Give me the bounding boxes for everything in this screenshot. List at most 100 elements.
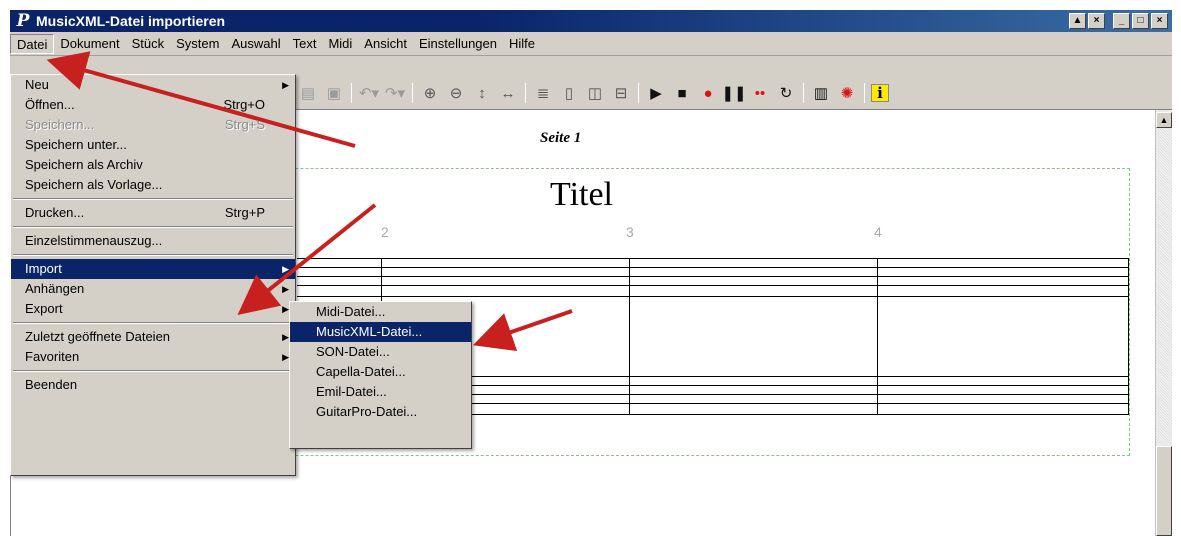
measure-number: 4 — [874, 224, 882, 240]
menu-einstellungen[interactable]: Einstellungen — [413, 34, 503, 54]
menu-separator — [11, 195, 295, 203]
menu-item-save-as[interactable]: Speichern unter... — [11, 135, 295, 155]
two-page-view-icon[interactable]: ◫ — [584, 82, 606, 104]
play-icon[interactable]: ▶ — [645, 82, 667, 104]
loop-icon[interactable]: ↻ — [775, 82, 797, 104]
barline — [629, 258, 630, 415]
toolbar-separator — [638, 83, 639, 103]
import-item-guitarpro[interactable]: GuitarPro-Datei... — [290, 402, 471, 422]
undo-icon[interactable]: ↶▾ — [358, 82, 380, 104]
stop-icon[interactable]: ■ — [671, 82, 693, 104]
menu-separator — [11, 367, 295, 375]
menu-item-label: Speichern als Archiv — [25, 157, 143, 172]
split-view-icon[interactable]: ⊟ — [610, 82, 632, 104]
toolbar-separator — [351, 83, 352, 103]
submenu-arrow-icon: ▶ — [282, 332, 289, 342]
scroll-up-icon[interactable]: ▲ — [1156, 112, 1172, 128]
menu-item-recent[interactable]: Zuletzt geöffnete Dateien ▶ — [11, 327, 295, 347]
menu-item-label: Export — [25, 301, 63, 316]
import-item-musicxml[interactable]: MusicXML-Datei... — [290, 322, 471, 342]
menu-item-save-template[interactable]: Speichern als Vorlage... — [11, 175, 295, 195]
menu-item-label: Neu — [25, 77, 49, 92]
minimize-button[interactable]: _ — [1113, 13, 1130, 29]
menu-ansicht[interactable]: Ansicht — [358, 34, 413, 54]
menu-item-print[interactable]: Drucken... Strg+P — [11, 203, 295, 223]
toolbar-separator — [803, 83, 804, 103]
menu-separator — [11, 251, 295, 259]
metronome-icon[interactable]: ✺ — [836, 82, 858, 104]
menu-text[interactable]: Text — [287, 34, 323, 54]
copy-icon[interactable]: ▣ — [323, 82, 345, 104]
submenu-arrow-icon: ▶ — [282, 264, 289, 274]
menu-item-label: Einzelstimmenauszug... — [25, 233, 163, 248]
import-submenu: Midi-Datei... MusicXML-Datei... SON-Date… — [289, 301, 472, 449]
pause-icon[interactable]: ❚❚ — [721, 82, 746, 104]
import-item-capella[interactable]: Capella-Datei... — [290, 362, 471, 382]
redo-icon[interactable]: ↷▾ — [384, 82, 406, 104]
fit-height-icon[interactable]: ↕ — [471, 82, 493, 104]
menu-item-open[interactable]: Öffnen... Strg+O — [11, 95, 295, 115]
submenu-arrow-icon: ▶ — [282, 80, 289, 90]
measure-number: 3 — [626, 224, 634, 240]
menu-separator — [11, 223, 295, 231]
menu-item-extract-parts[interactable]: Einzelstimmenauszug... — [11, 231, 295, 251]
menu-dokument[interactable]: Dokument — [54, 34, 125, 54]
menu-item-import[interactable]: Import ▶ — [11, 259, 295, 279]
page-view-icon[interactable]: ▯ — [558, 82, 580, 104]
paste-icon[interactable]: ▤ — [297, 82, 319, 104]
score-title[interactable]: Titel — [550, 176, 613, 214]
menu-item-label: Speichern... — [25, 117, 95, 132]
menu-item-export[interactable]: Export ▶ — [11, 299, 295, 319]
menu-datei[interactable]: Datei — [10, 33, 55, 54]
menu-item-label: Drucken... — [25, 205, 85, 220]
menu-item-label: Speichern als Vorlage... — [25, 177, 163, 192]
step-record-icon[interactable]: •• — [749, 82, 771, 104]
maximize-button[interactable]: □ — [1132, 13, 1149, 29]
file-menu: Neu ▶ Öffnen... Strg+O Speichern... Strg+S … — [10, 74, 296, 476]
zoom-in-icon[interactable]: ⊕ — [419, 82, 441, 104]
app-logo-icon: P — [16, 11, 30, 31]
import-item-midi[interactable]: Midi-Datei... — [290, 302, 471, 322]
scroll-thumb[interactable] — [1156, 446, 1172, 536]
record-icon[interactable]: ● — [697, 82, 719, 104]
submenu-arrow-icon: ▶ — [282, 304, 289, 314]
vertical-scrollbar[interactable]: ▲ — [1155, 110, 1172, 536]
menu-item-save: Speichern... Strg+S — [11, 115, 295, 135]
menu-item-favorites[interactable]: Favoriten ▶ — [11, 347, 295, 367]
window-titlebar: P MusicXML-Datei importieren ▲ × _ □ × — [10, 10, 1172, 32]
zoom-out-icon[interactable]: ⊖ — [445, 82, 467, 104]
info-icon[interactable]: i — [871, 84, 889, 102]
import-item-son[interactable]: SON-Datei... — [290, 342, 471, 362]
toolbar-separator — [412, 83, 413, 103]
barline — [877, 258, 878, 415]
menu-item-label: Zuletzt geöffnete Dateien — [25, 329, 171, 344]
menu-auswahl[interactable]: Auswahl — [225, 34, 286, 54]
menu-midi[interactable]: Midi — [322, 34, 358, 54]
menu-item-new[interactable]: Neu ▶ — [11, 75, 295, 95]
shortcut-label: Strg+O — [223, 97, 265, 112]
menu-item-save-archive[interactable]: Speichern als Archiv — [11, 155, 295, 175]
window-title: MusicXML-Datei importieren — [36, 13, 226, 29]
close-button[interactable]: × — [1151, 13, 1168, 29]
menu-item-label: Favoriten — [25, 349, 80, 364]
shortcut-label: Strg+S — [224, 117, 265, 132]
import-item-emil[interactable]: Emil-Datei... — [290, 382, 471, 402]
barline — [1128, 258, 1129, 415]
menu-item-label: Import — [25, 261, 62, 276]
menu-system[interactable]: System — [170, 34, 225, 54]
menu-item-label: Öffnen... — [25, 97, 75, 112]
menu-item-label: Beenden — [25, 377, 78, 392]
list-view-icon[interactable]: ≣ — [532, 82, 554, 104]
restore-toolbar-icon[interactable]: ▲ — [1069, 13, 1086, 29]
fit-width-icon[interactable]: ↔ — [497, 82, 519, 104]
menu-item-label: Speichern unter... — [25, 137, 127, 152]
toolbar-close-icon[interactable]: × — [1088, 13, 1105, 29]
menu-item-exit[interactable]: Beenden — [11, 375, 295, 395]
piano-icon[interactable]: ▥ — [810, 82, 832, 104]
menu-hilfe[interactable]: Hilfe — [503, 34, 541, 54]
menu-stueck[interactable]: Stück — [126, 34, 171, 54]
page-label: Seite 1 — [540, 130, 582, 146]
toolbar-separator — [525, 83, 526, 103]
menu-item-append[interactable]: Anhängen ▶ — [11, 279, 295, 299]
shortcut-label: Strg+P — [224, 205, 265, 220]
